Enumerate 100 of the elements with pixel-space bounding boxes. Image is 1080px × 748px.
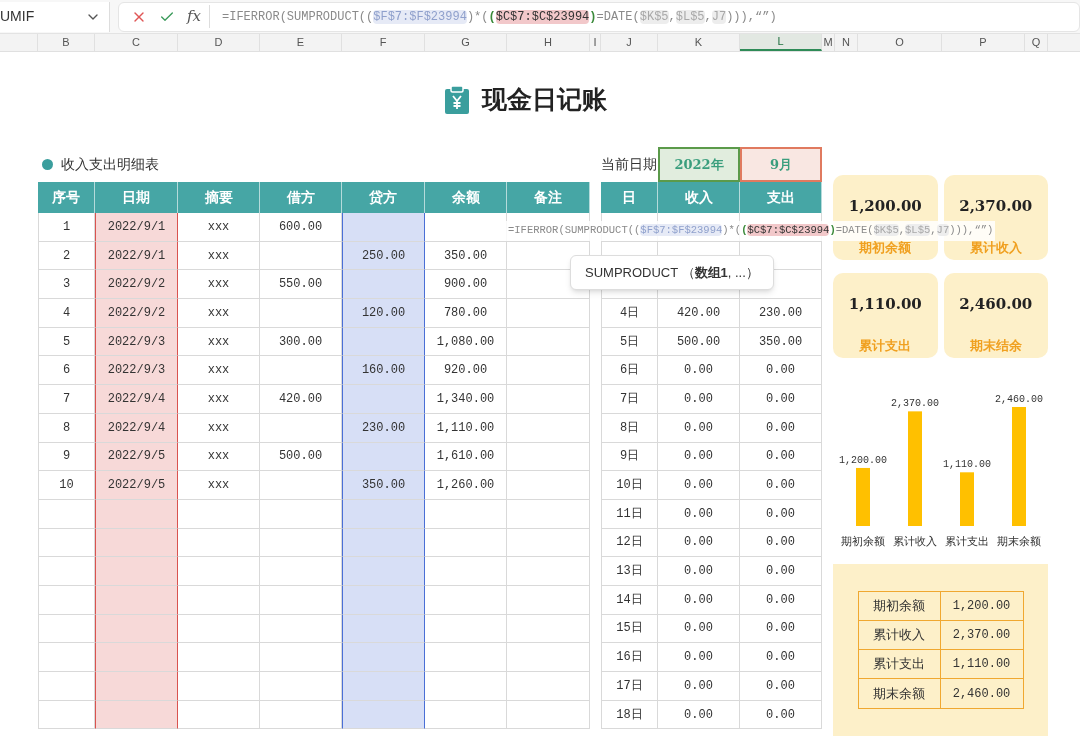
column-letter[interactable]: L bbox=[740, 34, 822, 51]
summary-value: 2,370.00 bbox=[952, 627, 1011, 644]
table-cell: 250.00 bbox=[342, 241, 425, 271]
table-cell: xxx bbox=[178, 385, 260, 414]
column-letter[interactable]: I bbox=[590, 34, 601, 51]
table-cell: 17日 bbox=[601, 672, 658, 701]
table-cell: 920.00 bbox=[425, 356, 507, 386]
table-cell: 1 bbox=[38, 213, 95, 242]
table-cell: 780.00 bbox=[425, 299, 507, 328]
column-letter[interactable]: C bbox=[95, 34, 178, 51]
table-cell: 6 bbox=[38, 356, 95, 386]
table-cell: 0.00 bbox=[658, 528, 740, 558]
bar bbox=[856, 467, 870, 526]
table-cell: 230.00 bbox=[342, 413, 425, 443]
column-letter[interactable]: D bbox=[178, 34, 260, 51]
summary-label: 期末余额 bbox=[873, 684, 925, 703]
table-cell: xxx bbox=[178, 356, 260, 386]
table-cell: 0.00 bbox=[740, 700, 822, 730]
table-cell: 0.00 bbox=[740, 356, 822, 386]
table-cell: 230.00 bbox=[740, 299, 822, 328]
table-cell: xxx bbox=[178, 270, 260, 300]
summary-value: 2,460.00 bbox=[952, 685, 1011, 703]
table-cell: 0.00 bbox=[740, 413, 822, 443]
table-cell: 0.00 bbox=[740, 614, 822, 644]
table-cell: 2022/9/2 bbox=[95, 299, 178, 328]
table-cell: 0.00 bbox=[658, 385, 740, 414]
table-cell: 160.00 bbox=[342, 356, 425, 386]
table-cell: 0.00 bbox=[740, 471, 822, 500]
bar bbox=[960, 472, 974, 526]
table-cell: 10日 bbox=[601, 471, 658, 500]
column-letter[interactable]: M bbox=[822, 34, 835, 51]
table-cell: 13日 bbox=[601, 557, 658, 586]
table-cell: 900.00 bbox=[425, 270, 507, 300]
table-cell: xxx bbox=[178, 413, 260, 443]
table-cell: 8日 bbox=[601, 413, 658, 443]
column-letter[interactable]: O bbox=[858, 34, 942, 51]
table-cell bbox=[38, 643, 95, 672]
column-header: 借方 bbox=[260, 182, 342, 213]
table-cell: 0.00 bbox=[740, 585, 822, 615]
column-letter[interactable]: H bbox=[507, 34, 590, 51]
table-cell: 500.00 bbox=[260, 442, 342, 472]
table-cell: 7日 bbox=[601, 385, 658, 414]
table-cell bbox=[38, 700, 95, 730]
table-cell: 5日 bbox=[601, 327, 658, 357]
column-letter[interactable]: Q bbox=[1025, 34, 1048, 51]
fx-label[interactable]: fx bbox=[187, 5, 210, 28]
table-cell: 1,340.00 bbox=[425, 385, 507, 414]
table-cell bbox=[38, 499, 95, 529]
column-header: 备注 bbox=[507, 182, 590, 213]
table-cell: 2022/9/3 bbox=[95, 356, 178, 386]
formula-input[interactable]: fx =IFERROR(SUMPRODUCT(($F$7:$F$23994)*(($C$7:$C$23994)=DATE($K$5,$L$5,J7))),“”) bbox=[118, 1, 1080, 32]
table-cell: 1,260.00 bbox=[425, 471, 507, 500]
table-cell: 350.00 bbox=[740, 327, 822, 357]
table-cell: 6日 bbox=[601, 356, 658, 386]
column-letter[interactable]: P bbox=[942, 34, 1025, 51]
column-letter[interactable]: F bbox=[342, 34, 425, 51]
column-header: 贷方 bbox=[342, 182, 425, 213]
column-letter[interactable]: N bbox=[835, 34, 858, 51]
column-letter[interactable]: E bbox=[260, 34, 342, 51]
column-header: 收入 bbox=[658, 182, 740, 213]
table-cell: 2022/9/2 bbox=[95, 270, 178, 300]
summary-label: 累计收入 bbox=[873, 626, 925, 645]
table-cell: 0.00 bbox=[740, 643, 822, 672]
table-cell: 0.00 bbox=[658, 442, 740, 472]
column-header: 日期 bbox=[95, 182, 178, 213]
table-cell: 0.00 bbox=[658, 700, 740, 730]
table-cell: 0.00 bbox=[658, 614, 740, 644]
value-label: 2,370.00 bbox=[891, 398, 939, 410]
column-header: 日 bbox=[601, 182, 658, 213]
column-letter[interactable]: B bbox=[38, 34, 95, 51]
table-cell: 0.00 bbox=[740, 442, 822, 472]
table-cell: 2022/9/5 bbox=[95, 442, 178, 472]
table-cell: 2022/9/4 bbox=[95, 413, 178, 443]
table-cell bbox=[38, 614, 95, 644]
table-cell: 0.00 bbox=[658, 672, 740, 701]
table-cell bbox=[38, 528, 95, 558]
stat-label: 累计支出 bbox=[859, 336, 912, 355]
table-cell: xxx bbox=[178, 299, 260, 328]
clipboard-icon bbox=[443, 84, 470, 115]
table-cell: 5 bbox=[38, 327, 95, 357]
table-cell: 2022/9/5 bbox=[95, 471, 178, 500]
column-header: 摘要 bbox=[178, 182, 260, 213]
overlay-formula-text: =IFERROR(SUMPRODUCT(($F$7:$F$23994)*(($C$7:$C$23994)=DATE($K$5,$L$5,J7))),“”) bbox=[508, 223, 994, 239]
column-header: 序号 bbox=[38, 182, 95, 213]
category-label: 期末余额 bbox=[997, 535, 1041, 547]
table-cell bbox=[38, 585, 95, 615]
table-cell: 0.00 bbox=[740, 672, 822, 701]
column-letter[interactable]: G bbox=[425, 34, 507, 51]
stat-label: 期初余额 bbox=[859, 238, 912, 257]
table-cell: xxx bbox=[178, 442, 260, 472]
table-cell: 420.00 bbox=[260, 385, 342, 414]
table-cell: 0.00 bbox=[740, 499, 822, 529]
table-cell: 600.00 bbox=[260, 213, 342, 242]
name-box[interactable]: UMIF bbox=[0, 1, 110, 32]
column-letter[interactable]: J bbox=[601, 34, 658, 51]
table-cell: 14日 bbox=[601, 585, 658, 615]
table-cell: 500.00 bbox=[658, 327, 740, 357]
table-cell: 420.00 bbox=[658, 299, 740, 328]
table-cell: 2022/9/1 bbox=[95, 213, 178, 242]
table-cell: 4日 bbox=[601, 299, 658, 328]
